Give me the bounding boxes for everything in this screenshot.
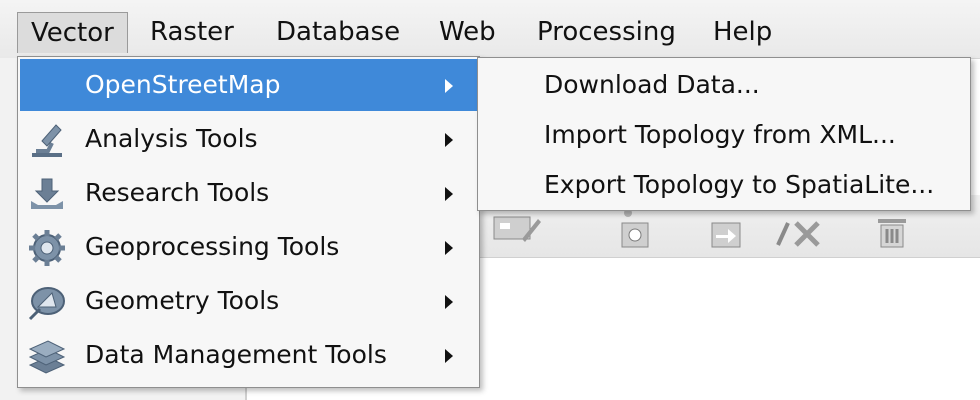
menu-item-analysis-tools[interactable]: Analysis Tools	[20, 113, 477, 165]
menu-raster[interactable]: Raster	[137, 12, 247, 52]
move-feature-icon[interactable]	[706, 209, 746, 249]
menu-item-label: Export Topology to SpatiaLite...	[544, 170, 935, 199]
openstreetmap-submenu: Download Data... Import Topology from XM…	[477, 57, 971, 211]
cut-tool-icon[interactable]	[776, 209, 826, 249]
submenu-arrow-icon	[445, 349, 453, 363]
menu-web[interactable]: Web	[426, 12, 509, 52]
menu-database[interactable]: Database	[263, 12, 413, 52]
submenu-arrow-icon	[445, 187, 453, 201]
menu-item-research-tools[interactable]: Research Tools	[20, 167, 477, 219]
delete-trash-icon[interactable]	[872, 209, 912, 249]
submenu-arrow-icon	[445, 295, 453, 309]
menu-item-export-topology[interactable]: Export Topology to SpatiaLite...	[480, 160, 968, 210]
menu-processing[interactable]: Processing	[524, 12, 689, 52]
menu-item-label: Import Topology from XML...	[544, 120, 896, 149]
layers-icon	[28, 340, 66, 374]
submenu-arrow-icon	[445, 133, 453, 147]
node-tool-icon[interactable]	[616, 209, 656, 249]
menu-item-data-management-tools[interactable]: Data Management Tools	[20, 329, 477, 381]
gear-icon	[29, 230, 65, 266]
download-arrow-icon	[31, 178, 63, 209]
menu-item-label: Download Data...	[544, 70, 760, 99]
menu-bar: Vector Raster Database Web Processing He…	[0, 0, 980, 59]
menu-item-geometry-tools[interactable]: Geometry Tools	[20, 275, 477, 327]
menu-item-openstreetmap[interactable]: OpenStreetMap	[20, 59, 477, 111]
menu-item-import-topology[interactable]: Import Topology from XML...	[480, 110, 968, 160]
vector-menu: OpenStreetMap Analysis Tools Research To…	[17, 56, 480, 388]
menu-item-geoprocessing-tools[interactable]: Geoprocessing Tools	[20, 221, 477, 273]
menu-help[interactable]: Help	[700, 12, 785, 52]
menu-item-label: Data Management Tools	[85, 340, 387, 369]
menu-item-label: Research Tools	[85, 178, 270, 207]
menu-item-label: Geometry Tools	[85, 286, 280, 315]
menu-item-label: Analysis Tools	[85, 124, 258, 153]
menu-item-label: OpenStreetMap	[85, 70, 281, 99]
menu-vector[interactable]: Vector	[17, 12, 128, 53]
geometry-icon	[28, 287, 65, 321]
menu-item-label: Geoprocessing Tools	[85, 232, 340, 261]
submenu-arrow-icon	[445, 79, 453, 93]
edit-pencil-icon[interactable]	[492, 209, 542, 245]
submenu-arrow-icon	[445, 241, 453, 255]
microscope-icon	[32, 124, 62, 157]
menu-item-download-data[interactable]: Download Data...	[480, 60, 968, 110]
